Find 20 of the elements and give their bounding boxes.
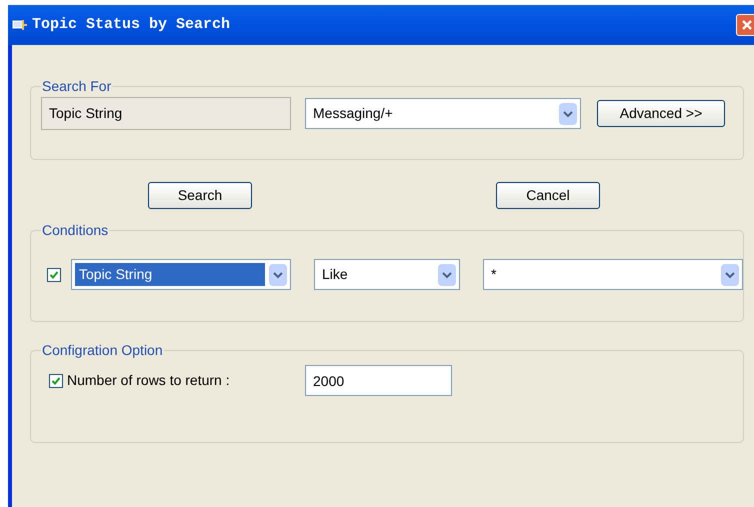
field-label: Topic String xyxy=(41,97,291,130)
combo-value: Messaging/+ xyxy=(312,104,394,123)
rows-input[interactable]: 2000 xyxy=(305,365,452,396)
combo-value: Topic String xyxy=(75,263,265,286)
close-button[interactable] xyxy=(736,14,754,36)
checkbox[interactable] xyxy=(47,268,61,282)
topic-combo[interactable]: Messaging/+ xyxy=(305,98,581,129)
push-button[interactable]: Cancel xyxy=(496,182,600,208)
combo-value: * xyxy=(490,265,498,284)
push-button[interactable]: Search xyxy=(148,182,252,208)
close-icon xyxy=(741,19,753,31)
operator-combo[interactable]: Like xyxy=(314,259,460,290)
rows-label: Number of rows to return : xyxy=(67,371,231,390)
combo-value: Like xyxy=(321,265,349,284)
field-combo[interactable]: Topic String xyxy=(71,259,291,290)
window-icon xyxy=(12,19,28,31)
advanced-button[interactable]: Advanced >> xyxy=(597,100,725,127)
pattern-combo[interactable]: * xyxy=(483,259,743,290)
window-title: Topic Status by Search xyxy=(32,14,230,35)
checkbox[interactable] xyxy=(49,374,63,388)
